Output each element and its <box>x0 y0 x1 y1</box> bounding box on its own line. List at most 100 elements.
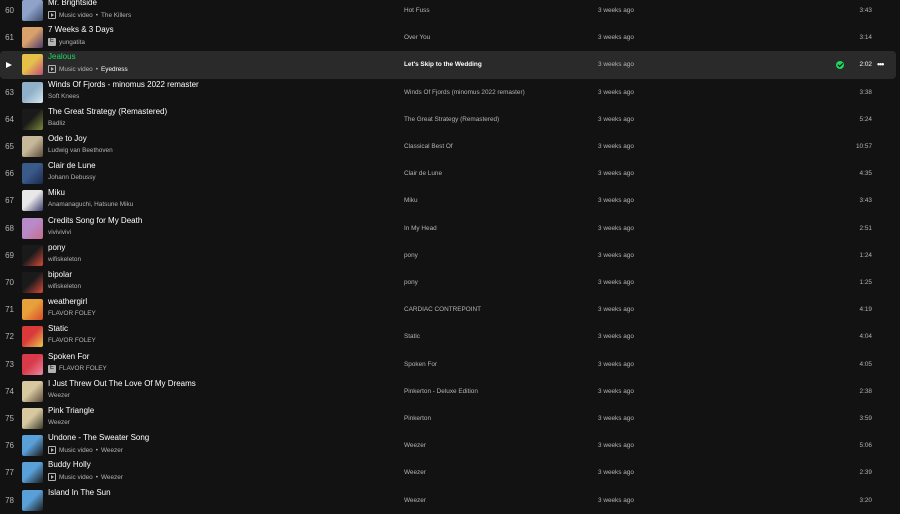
track-album[interactable]: Spoken For <box>404 351 437 378</box>
album-cover[interactable] <box>22 136 43 157</box>
track-album[interactable]: CARDIAC CONTREPOINT <box>404 296 481 323</box>
track-title[interactable]: Island In The Sun <box>48 488 111 497</box>
track-title[interactable]: Winds Of Fjords - minomus 2022 remaster <box>48 80 199 89</box>
album-cover[interactable] <box>22 272 43 293</box>
track-album[interactable]: pony <box>404 242 418 269</box>
track-title[interactable]: The Great Strategy (Remastered) <box>48 107 167 116</box>
album-cover[interactable] <box>22 435 43 457</box>
album-cover[interactable] <box>22 190 43 212</box>
track-row[interactable]: 76 Undone - The Sweater Song Music video • W… <box>0 432 900 459</box>
track-album[interactable]: Weezer <box>404 487 426 514</box>
track-title[interactable]: Pink Triangle <box>48 406 94 415</box>
saved-check-icon[interactable] <box>836 60 844 69</box>
track-artists[interactable]: Weezer <box>48 419 70 426</box>
album-cover[interactable] <box>22 326 43 348</box>
track-title[interactable]: bipolar <box>48 270 72 279</box>
album-cover[interactable] <box>22 108 43 130</box>
track-row[interactable]: 67 Miku Anamanaguchi, Hatsune Miku Miku 3 we… <box>0 187 900 214</box>
track-album[interactable]: Hot Fuss <box>404 0 430 24</box>
track-artists[interactable]: wifiskeleton <box>48 256 81 263</box>
album-cover[interactable] <box>22 380 43 402</box>
track-album[interactable]: Classical Best Of <box>404 133 453 160</box>
play-icon[interactable] <box>6 61 12 68</box>
track-title[interactable]: Static <box>48 324 68 333</box>
track-album[interactable]: Over You <box>404 24 430 51</box>
album-cover[interactable] <box>22 353 43 375</box>
track-artists[interactable]: Johann Debussy <box>48 174 96 181</box>
track-title[interactable]: Miku <box>48 188 65 197</box>
track-album[interactable]: The Great Strategy (Remastered) <box>404 106 499 133</box>
track-album[interactable]: Weezer <box>404 459 426 486</box>
track-row[interactable]: 68 Credits Song for My Death vivivivivi In … <box>0 215 900 242</box>
track-row[interactable]: 60 Mr. Brightside Music video • The Killers H… <box>0 0 900 24</box>
track-row[interactable]: 70 bipolar wifiskeleton pony 3 weeks ago 1:25 <box>0 269 900 296</box>
track-title[interactable]: Ode to Joy <box>48 134 87 143</box>
track-title[interactable]: Clair de Lune <box>48 161 96 170</box>
track-artists[interactable]: Badliz <box>48 120 65 127</box>
track-artists[interactable]: Weezer <box>48 392 70 399</box>
track-album[interactable]: In My Head <box>404 215 437 242</box>
track-title[interactable]: Jealous <box>48 52 76 61</box>
album-cover[interactable] <box>22 244 43 266</box>
track-artists[interactable]: FLAVOR FOLEY <box>48 337 96 344</box>
track-row[interactable]: 72 Static FLAVOR FOLEY Static 3 weeks ago 4:0… <box>0 323 900 350</box>
track-title[interactable]: Buddy Holly <box>48 460 91 469</box>
album-cover[interactable] <box>22 299 43 321</box>
track-artists[interactable]: wifiskeleton <box>48 283 81 290</box>
track-album[interactable]: Static <box>404 323 420 350</box>
album-cover[interactable] <box>22 81 43 103</box>
track-title[interactable]: Undone - The Sweater Song <box>48 433 149 442</box>
album-cover[interactable] <box>22 489 43 511</box>
track-artists[interactable]: FLAVOR FOLEY <box>59 365 107 372</box>
track-album[interactable]: Let's Skip to the Wedding <box>404 51 482 78</box>
track-row[interactable]: 77 Buddy Holly Music video • Weezer Weezer 3 w… <box>0 459 900 486</box>
more-options-icon[interactable]: ••• <box>877 60 885 69</box>
track-album[interactable]: Miku <box>404 187 418 214</box>
track-title[interactable]: weathergirl <box>48 297 87 306</box>
track-album[interactable]: Pinkerton <box>404 405 431 432</box>
track-artists[interactable]: Weezer <box>101 447 123 454</box>
album-cover[interactable] <box>22 27 43 49</box>
track-artists[interactable]: FLAVOR FOLEY <box>48 310 96 317</box>
track-row[interactable]: 75 Pink Triangle Weezer Pinkerton 3 weeks ag… <box>0 405 900 432</box>
track-row[interactable]: Jealous Music video • Eyedress Let's Skip to… <box>0 51 896 79</box>
album-cover[interactable] <box>22 408 43 429</box>
track-artists[interactable]: The Killers <box>101 12 131 19</box>
album-cover[interactable] <box>22 217 43 239</box>
track-duration: 2:51 <box>859 224 872 232</box>
album-cover[interactable] <box>22 462 43 484</box>
track-title[interactable]: pony <box>48 243 65 252</box>
track-album[interactable]: Weezer <box>404 432 426 459</box>
track-artists[interactable]: yungatita <box>59 39 85 46</box>
track-album[interactable]: Pinkerton - Deluxe Edition <box>404 378 478 405</box>
track-row[interactable]: 73 Spoken For FLAVOR FOLEY Spoken For 3 week… <box>0 351 900 378</box>
track-row[interactable]: 61 7 Weeks & 3 Days yungatita Over You 3 wee… <box>0 24 900 51</box>
album-cover[interactable] <box>22 163 43 185</box>
track-row[interactable]: 71 weathergirl FLAVOR FOLEY CARDIAC CONTREP… <box>0 296 900 323</box>
track-index: 71 <box>5 305 14 315</box>
date-added: 3 weeks ago <box>598 251 634 259</box>
track-artists[interactable]: Weezer <box>101 474 123 481</box>
track-title[interactable]: Credits Song for My Death <box>48 216 142 225</box>
track-artists[interactable]: Eyedress <box>101 66 128 73</box>
track-artists[interactable]: Ludwig van Beethoven <box>48 147 113 154</box>
track-title[interactable]: Mr. Brightside <box>48 0 97 7</box>
album-cover[interactable] <box>22 0 43 21</box>
track-album[interactable]: Winds Of Fjords (minomus 2022 remaster) <box>404 79 525 106</box>
track-row[interactable]: 66 Clair de Lune Johann Debussy Clair de Lu… <box>0 160 900 187</box>
track-row[interactable]: 78 Island In The Sun Weezer 3 weeks ago 3:20 <box>0 487 900 514</box>
track-row[interactable]: 63 Winds Of Fjords - minomus 2022 remaste… <box>0 79 900 106</box>
album-cover[interactable] <box>22 54 43 76</box>
track-title[interactable]: Spoken For <box>48 352 89 361</box>
track-artists[interactable]: Anamanaguchi, Hatsune Miku <box>48 201 133 208</box>
track-album[interactable]: pony <box>404 269 418 296</box>
track-row[interactable]: 65 Ode to Joy Ludwig van Beethoven Classica… <box>0 133 900 160</box>
track-artists[interactable]: vivivivivi <box>48 229 71 236</box>
track-album[interactable]: Clair de Lune <box>404 160 442 187</box>
track-title[interactable]: 7 Weeks & 3 Days <box>48 25 114 34</box>
track-row[interactable]: 74 I Just Threw Out The Love Of My Dreams… <box>0 378 900 405</box>
track-title[interactable]: I Just Threw Out The Love Of My Dreams <box>48 379 196 388</box>
track-row[interactable]: 64 The Great Strategy (Remastered) Badliz T… <box>0 106 900 133</box>
track-artists[interactable]: Soft Knees <box>48 93 79 100</box>
track-row[interactable]: 69 pony wifiskeleton pony 3 weeks ago 1:24 <box>0 242 900 269</box>
